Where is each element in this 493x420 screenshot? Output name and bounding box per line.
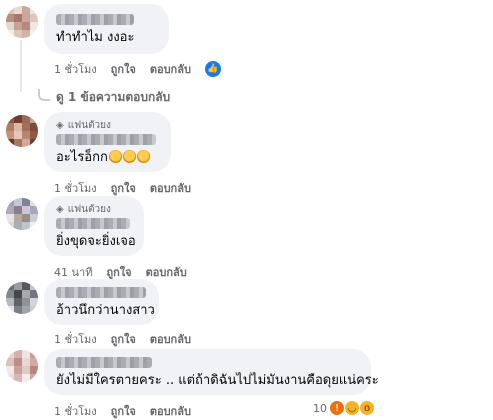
comment-bubble: ทำทำไม งงอะ — [44, 4, 169, 54]
comment-timestamp[interactable]: 1 ชั่วโมง — [54, 330, 97, 348]
avatar[interactable] — [6, 198, 38, 230]
diamond-icon: ◈ — [56, 119, 64, 131]
commenter-name-blurred[interactable] — [56, 134, 156, 145]
comment-text: ยังไม่มีใครตายคระ .. แต่ถ้าดิฉันไปไม่มัน… — [56, 373, 379, 388]
comment-actions: 1 ชั่วโมง ถูกใจ ตอบกลับ — [54, 402, 191, 420]
reply-button[interactable]: ตอบกลับ — [150, 330, 191, 348]
badge-label: แฟนตัวยง — [67, 203, 111, 215]
avatar[interactable] — [6, 6, 38, 38]
top-fan-badge: ◈ แฟนตัวยง — [56, 118, 159, 132]
wow-icon: o — [360, 401, 374, 415]
comment-timestamp[interactable]: 1 ชั่วโมง — [54, 402, 97, 420]
comment-bubble: ◈ แฟนตัวยง ยิ่งขุดจะยิ่งเจอ — [44, 196, 144, 256]
like-button[interactable]: ถูกใจ — [111, 330, 136, 348]
emoji-icon — [108, 150, 122, 163]
commenter-name-blurred[interactable] — [56, 14, 134, 25]
comment-actions: 1 ชั่วโมง ถูกใจ ตอบกลับ — [54, 330, 191, 348]
comment-text: อะไรอ็กก — [56, 149, 159, 166]
commenter-name-blurred[interactable] — [56, 357, 152, 368]
comment-actions: 1 ชั่วโมง ถูกใจ ตอบกลับ — [54, 179, 191, 197]
haha-icon: ◡ — [345, 401, 359, 415]
like-button[interactable]: ถูกใจ — [111, 402, 136, 420]
comment-timestamp[interactable]: 1 ชั่วโมง — [54, 179, 97, 197]
reply-connector — [38, 88, 50, 101]
top-fan-badge: ◈ แฟนตัวยง — [56, 202, 132, 216]
avatar[interactable] — [6, 350, 38, 382]
thread-connector-line — [20, 40, 22, 92]
comment-text: อ้าวนึกว่านางสาว — [56, 303, 155, 318]
commenter-name-blurred[interactable] — [56, 218, 130, 229]
comment-text: ทำทำไม งงอะ — [56, 30, 135, 45]
comment-bubble: ◈ แฟนตัวยง อะไรอ็กก — [44, 112, 171, 172]
avatar[interactable] — [6, 115, 38, 147]
reply-button[interactable]: ตอบกลับ — [146, 263, 187, 281]
comment-bubble: อ้าวนึกว่านางสาว — [44, 279, 159, 325]
comment-text: ยิ่งขุดจะยิ่งเจอ — [56, 234, 136, 249]
reaction-count[interactable]: 10 — [313, 402, 327, 415]
commenter-name-blurred[interactable] — [56, 287, 146, 298]
angry-icon: ! — [330, 401, 344, 415]
reply-button[interactable]: ตอบกลับ — [150, 179, 191, 197]
reply-button[interactable]: ตอบกลับ — [150, 60, 191, 78]
comment-timestamp[interactable]: 1 ชั่วโมง — [54, 60, 97, 78]
comment-text-content: อะไรอ็กก — [56, 150, 108, 165]
like-button[interactable]: ถูกใจ — [111, 179, 136, 197]
diamond-icon: ◈ — [56, 203, 64, 215]
comment-bubble: ยังไม่มีใครตายคระ .. แต่ถ้าดิฉันไปไม่มัน… — [44, 349, 379, 395]
comment-actions: 1 ชั่วโมง ถูกใจ ตอบกลับ 👍 — [54, 60, 221, 78]
reaction-summary[interactable]: 10 ! ◡ o — [313, 401, 374, 415]
emoji-icon — [122, 150, 136, 163]
view-replies-label[interactable]: ดู 1 ข้อความตอบกลับ — [56, 88, 170, 107]
thumbs-up-icon[interactable]: 👍 — [204, 61, 221, 77]
emoji-icon — [136, 150, 150, 163]
reply-button[interactable]: ตอบกลับ — [150, 402, 191, 420]
badge-label: แฟนตัวยง — [67, 119, 111, 131]
view-replies-link[interactable]: ดู 1 ข้อความตอบกลับ — [38, 88, 170, 107]
like-button[interactable]: ถูกใจ — [111, 60, 136, 78]
avatar[interactable] — [6, 282, 38, 314]
